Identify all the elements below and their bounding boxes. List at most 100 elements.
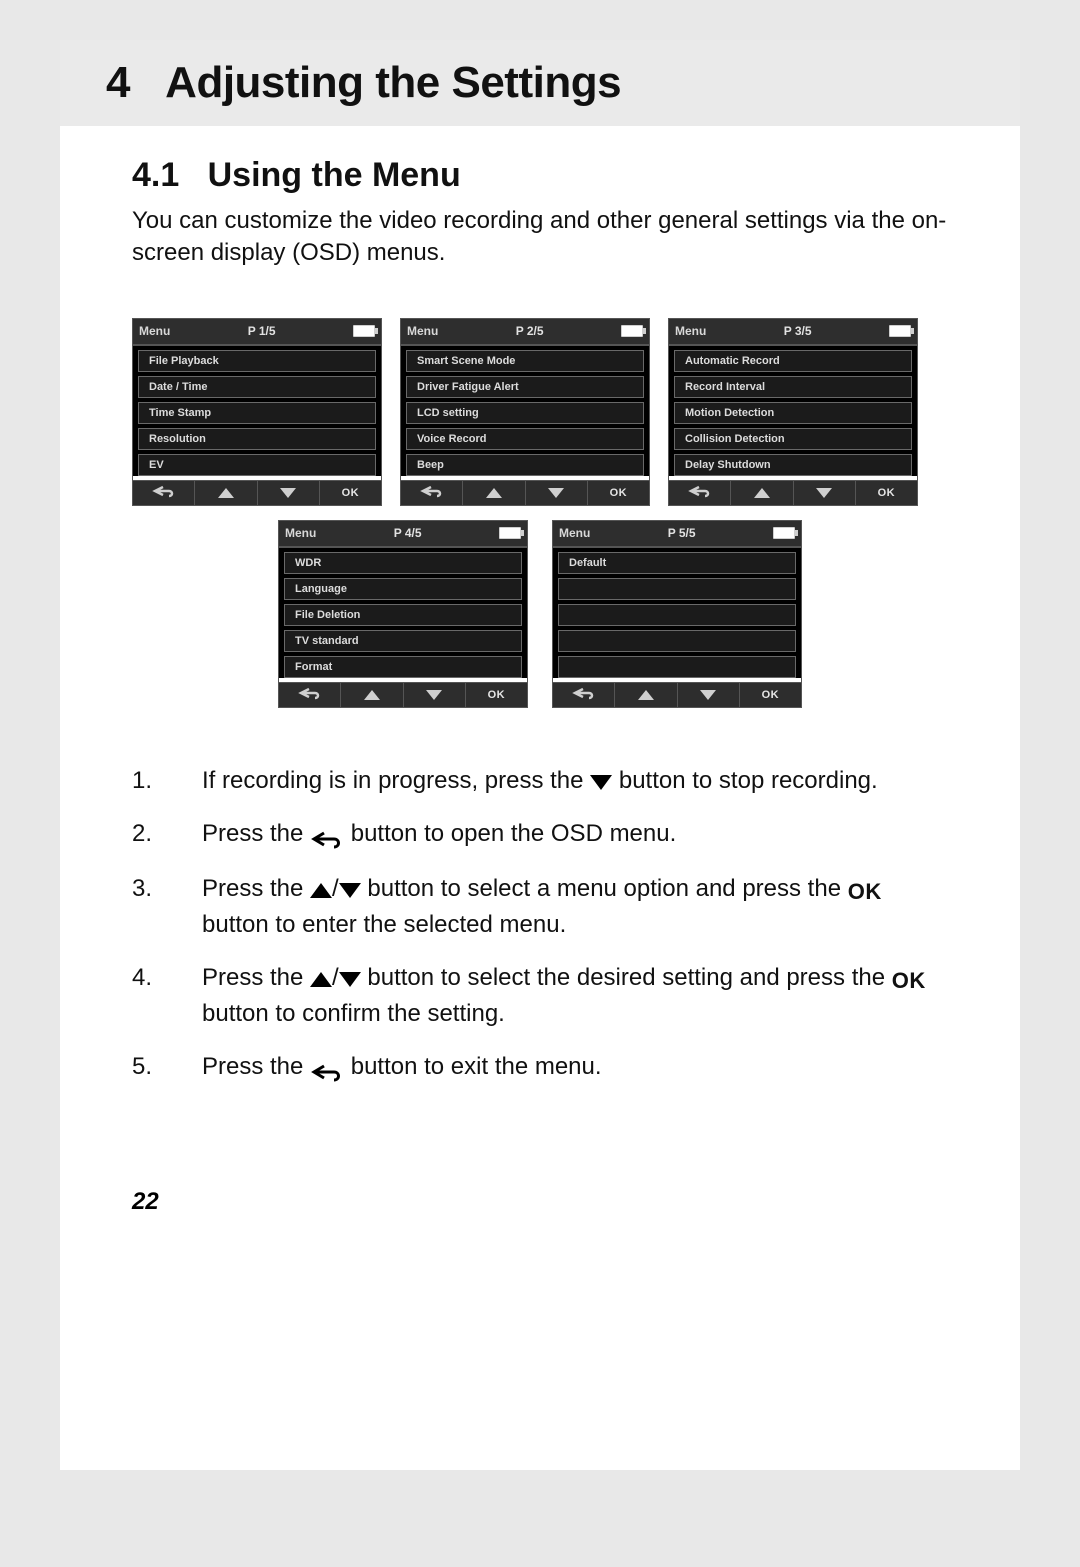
osd-screenshot-group: Menu P 1/5 File Playback Date / Time Tim… (132, 318, 948, 708)
section-title: 4.1 Using the Menu (132, 156, 1020, 195)
osd-screen: Menu P 5/5 Default OK (552, 520, 802, 708)
osd-menu-label: Menu (285, 526, 316, 540)
back-icon (279, 683, 341, 707)
instruction-step: 1. If recording is in progress, press th… (132, 764, 948, 799)
instruction-step: 3. Press the / button to select a menu o… (132, 872, 948, 943)
down-icon (258, 481, 320, 505)
osd-item: File Deletion (284, 604, 522, 626)
up-icon (615, 683, 677, 707)
osd-navbar: OK (669, 480, 917, 505)
back-icon (310, 1053, 344, 1088)
back-icon (310, 820, 344, 855)
down-icon (794, 481, 856, 505)
osd-screen: Menu P 1/5 File Playback Date / Time Tim… (132, 318, 382, 506)
osd-item: Resolution (138, 428, 376, 450)
ok-label: OK (466, 683, 527, 707)
osd-item: EV (138, 454, 376, 476)
osd-titlebar: Menu P 1/5 (133, 319, 381, 345)
osd-navbar: OK (553, 682, 801, 707)
chapter-heading-bar: 4 Adjusting the Settings (60, 40, 1020, 126)
osd-item (558, 578, 796, 600)
chapter-title: 4 Adjusting the Settings (106, 58, 621, 107)
instruction-list: 1. If recording is in progress, press th… (132, 764, 948, 1088)
osd-navbar: OK (133, 480, 381, 505)
osd-titlebar: Menu P 3/5 (669, 319, 917, 345)
osd-item: Time Stamp (138, 402, 376, 424)
osd-menu-label: Menu (559, 526, 590, 540)
osd-titlebar: Menu P 2/5 (401, 319, 649, 345)
ok-label: OK (856, 481, 917, 505)
up-icon (310, 972, 332, 987)
ok-icon: OK (892, 965, 926, 997)
ok-icon: OK (848, 876, 882, 908)
osd-item: Voice Record (406, 428, 644, 450)
battery-icon (773, 527, 795, 539)
osd-menu-label: Menu (675, 324, 706, 338)
osd-item: Motion Detection (674, 402, 912, 424)
battery-icon (621, 325, 643, 337)
up-icon (463, 481, 525, 505)
step-text: If recording is in progress, press the b… (202, 764, 948, 799)
osd-menu-label: Menu (139, 324, 170, 338)
page-number: 22 (132, 1188, 1020, 1216)
back-icon (553, 683, 615, 707)
battery-icon (353, 325, 375, 337)
osd-row-bottom: Menu P 4/5 WDR Language File Deletion TV… (132, 520, 948, 708)
up-icon (310, 883, 332, 898)
osd-items: File Playback Date / Time Time Stamp Res… (133, 345, 381, 476)
osd-page-indicator: P 3/5 (706, 324, 889, 338)
step-text: Press the button to open the OSD menu. (202, 817, 948, 855)
instruction-step: 5. Press the button to exit the menu. (132, 1050, 948, 1088)
osd-item: Default (558, 552, 796, 574)
osd-items: WDR Language File Deletion TV standard F… (279, 547, 527, 678)
osd-screen: Menu P 4/5 WDR Language File Deletion TV… (278, 520, 528, 708)
ok-label: OK (320, 481, 381, 505)
osd-item: Beep (406, 454, 644, 476)
chapter-number: 4 (106, 58, 130, 107)
osd-page-indicator: P 1/5 (170, 324, 353, 338)
step-number: 2. (132, 817, 162, 855)
osd-items: Default (553, 547, 801, 678)
osd-item: Record Interval (674, 376, 912, 398)
ok-label: OK (740, 683, 801, 707)
ok-label: OK (588, 481, 649, 505)
osd-item: TV standard (284, 630, 522, 652)
osd-item: LCD setting (406, 402, 644, 424)
osd-item: Language (284, 578, 522, 600)
osd-page-indicator: P 4/5 (316, 526, 499, 540)
osd-item (558, 630, 796, 652)
down-icon (339, 972, 361, 987)
up-icon (731, 481, 793, 505)
osd-titlebar: Menu P 5/5 (553, 521, 801, 547)
osd-item: Smart Scene Mode (406, 350, 644, 372)
osd-items: Automatic Record Record Interval Motion … (669, 345, 917, 476)
down-icon (526, 481, 588, 505)
battery-icon (499, 527, 521, 539)
step-number: 1. (132, 764, 162, 799)
osd-item: File Playback (138, 350, 376, 372)
step-number: 4. (132, 961, 162, 1032)
section-number: 4.1 (132, 156, 179, 194)
down-icon (339, 883, 361, 898)
back-icon (133, 481, 195, 505)
osd-items: Smart Scene Mode Driver Fatigue Alert LC… (401, 345, 649, 476)
up-icon (341, 683, 403, 707)
battery-icon (889, 325, 911, 337)
step-text: Press the / button to select a menu opti… (202, 872, 948, 943)
osd-titlebar: Menu P 4/5 (279, 521, 527, 547)
osd-screen: Menu P 3/5 Automatic Record Record Inter… (668, 318, 918, 506)
back-icon (669, 481, 731, 505)
instruction-step: 2. Press the button to open the OSD menu… (132, 817, 948, 855)
down-icon (404, 683, 466, 707)
down-icon (590, 775, 612, 790)
osd-item: Format (284, 656, 522, 678)
down-icon (678, 683, 740, 707)
section-title-text: Using the Menu (208, 156, 461, 194)
back-icon (401, 481, 463, 505)
osd-page-indicator: P 2/5 (438, 324, 621, 338)
osd-item: Driver Fatigue Alert (406, 376, 644, 398)
osd-page-indicator: P 5/5 (590, 526, 773, 540)
osd-item (558, 604, 796, 626)
intro-paragraph: You can customize the video recording an… (132, 205, 948, 270)
chapter-title-text: Adjusting the Settings (165, 58, 621, 107)
